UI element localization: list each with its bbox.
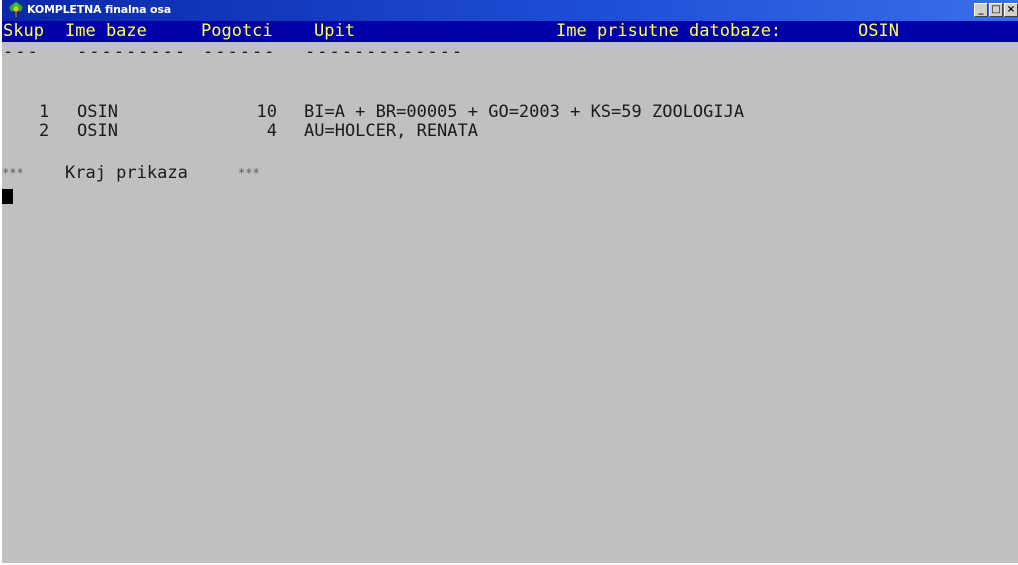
- separator-pogotci: ------: [203, 42, 277, 62]
- header-skup: Skup: [3, 21, 44, 41]
- text-cursor: [2, 189, 13, 204]
- footer-message: Kraj prikaza: [65, 163, 188, 183]
- tree-icon: [9, 2, 23, 17]
- header-pogotci: Pogotci: [201, 21, 273, 41]
- row-pogotci: 10: [256, 102, 277, 122]
- row-skup: 1: [39, 102, 50, 122]
- row-upit: BI=A + BR=00005 + GO=2003 + KS=59 ZOOLOG…: [304, 102, 745, 122]
- title-bar[interactable]: KOMPLETNA finalna osa _ □ ×: [2, 0, 1018, 21]
- footer-stars-left: ***: [2, 166, 24, 180]
- separator-upit: -------------: [305, 42, 465, 62]
- row-upit: AU=HOLCER, RENATA: [304, 121, 478, 141]
- separator-skup: ---: [3, 42, 40, 62]
- close-button[interactable]: ×: [1004, 3, 1018, 17]
- active-db-label: Ime prisutne datobaze:: [556, 21, 782, 41]
- console-area[interactable]: Skup Ime baze Pogotci Upit Ime prisutne …: [2, 21, 1018, 563]
- header-upit: Upit: [314, 21, 355, 41]
- row-pogotci: 4: [266, 121, 277, 141]
- window-title: KOMPLETNA finalna osa: [27, 3, 171, 16]
- footer-stars-right: ***: [238, 166, 260, 180]
- maximize-button[interactable]: □: [989, 3, 1003, 17]
- row-skup: 2: [39, 121, 50, 141]
- terminal-window: KOMPLETNA finalna osa _ □ × Skup Ime baz…: [0, 0, 1018, 565]
- minimize-button[interactable]: _: [974, 3, 988, 17]
- row-ime-baze: OSIN: [77, 102, 118, 122]
- header-ime-baze: Ime baze: [65, 21, 147, 41]
- active-db-value: OSIN: [858, 21, 899, 41]
- row-ime-baze: OSIN: [77, 121, 118, 141]
- column-header-bar: Skup Ime baze Pogotci Upit Ime prisutne …: [2, 21, 1018, 42]
- separator-ime-baze: ---------: [77, 42, 188, 62]
